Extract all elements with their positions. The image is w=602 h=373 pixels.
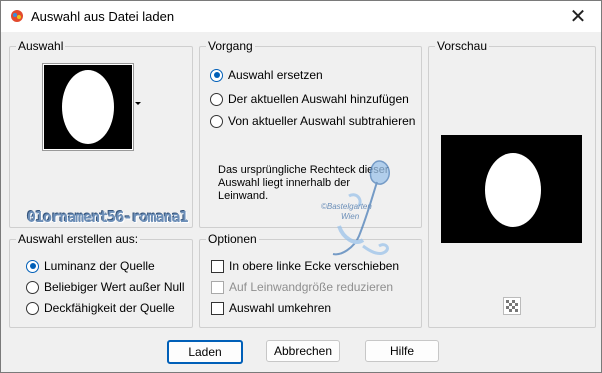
checkbox[interactable] [211,301,224,315]
radio-auswahl-ersetzen[interactable]: Auswahl ersetzen [210,68,323,82]
check-label: Auf Leinwandgröße reduzieren [229,280,394,294]
auswahl-legend: Auswahl [18,39,64,53]
title-bar: Auswahl aus Datei laden ✕ [1,1,601,32]
radio-indicator[interactable] [26,301,39,315]
stamp-line-1: ©Bastelgarten [321,202,372,211]
radio-label: Auswahl ersetzen [228,68,323,82]
radio-deckfaehigkeit[interactable]: Deckfähigkeit der Quelle [26,301,175,315]
erstellen-legend: Auswahl erstellen aus: [18,232,139,246]
radio-indicator[interactable] [210,68,223,82]
ellipse-shape [62,70,114,144]
flower-stamp-graphic [332,160,390,256]
radio-label: Luminanz der Quelle [44,259,155,273]
check-label: Auswahl umkehren [229,301,332,315]
vorschau-legend: Vorschau [437,39,488,53]
checkbox[interactable] [211,280,224,294]
radio-beliebiger-wert[interactable]: Beliebiger Wert außer Null [26,280,185,294]
load-button[interactable]: Laden [167,340,243,364]
check-auswahl-umkehren[interactable]: Auswahl umkehren [211,301,331,315]
close-icon[interactable]: ✕ [555,1,601,32]
help-button[interactable]: Hilfe [365,340,439,362]
check-leinwandgroesse[interactable]: Auf Leinwandgröße reduzieren [211,280,393,294]
radio-label: Deckfähigkeit der Quelle [44,301,175,315]
preview-ellipse [485,153,541,227]
radio-auswahl-hinzufuegen[interactable]: Der aktuellen Auswahl hinzufügen [210,92,409,106]
radio-indicator[interactable] [210,114,223,128]
stamp-line-2: Wien [341,212,360,221]
radio-luminanz[interactable]: Luminanz der Quelle [26,259,155,273]
radio-indicator[interactable] [26,259,39,273]
preview-canvas [441,135,582,243]
radio-label: Beliebiger Wert außer Null [44,280,185,294]
load-selection-dialog: Auswahl aus Datei laden ✕ Auswahl Vorgan… [0,0,602,373]
radio-label: Von aktueller Auswahl subtrahieren [228,114,416,128]
radio-auswahl-subtrahieren[interactable]: Von aktueller Auswahl subtrahieren [210,114,415,128]
cancel-button[interactable]: Abbrechen [266,340,340,362]
dropdown-arrow-icon[interactable] [135,102,141,105]
vorgang-legend: Vorgang [208,39,253,53]
radio-indicator[interactable] [210,92,223,106]
radio-indicator[interactable] [26,280,39,294]
window-title: Auswahl aus Datei laden [31,9,175,24]
radio-label: Der aktuellen Auswahl hinzufügen [228,92,409,106]
optionen-legend: Optionen [208,232,257,246]
watermark-text: 01ornament56-romana1 [27,208,189,226]
selection-thumbnail[interactable] [42,63,134,151]
checkerboard-icon[interactable] [503,297,521,315]
checkbox[interactable] [211,259,224,273]
paint-app-icon [11,10,23,22]
watermark-stamp: ©Bastelgarten Wien [319,156,401,266]
checkerboard-pattern [506,300,518,312]
